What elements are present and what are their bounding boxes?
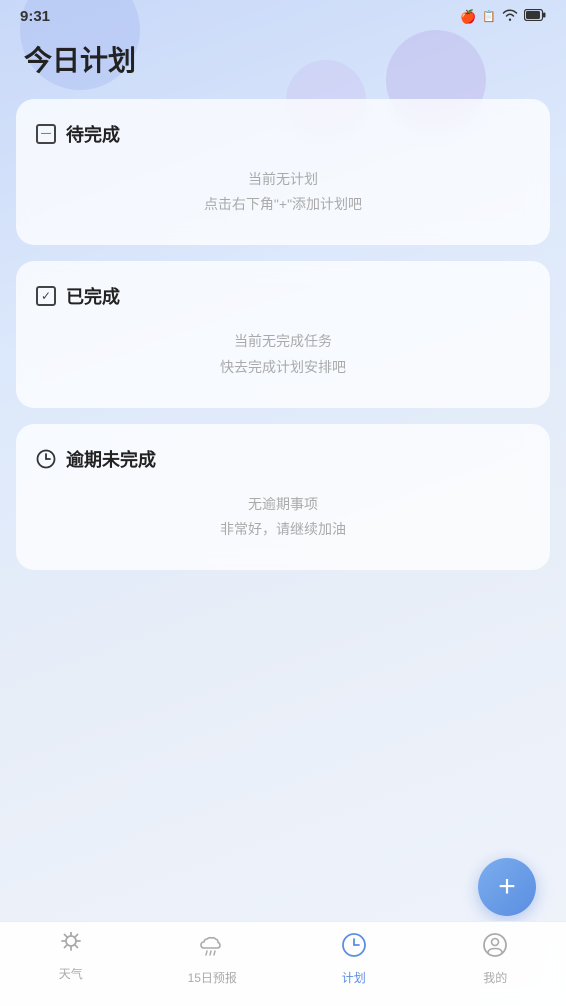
status-bar: 9:31 🍎 📋: [0, 0, 566, 29]
forecast-nav-icon: [197, 932, 227, 965]
card-overdue-empty: 无逾期事项 非常好，请继续加油: [36, 492, 530, 542]
nav-label-forecast: 15日预报: [188, 969, 237, 986]
apple-icon: 🍎: [460, 9, 476, 25]
nav-label-weather: 天气: [59, 965, 83, 982]
card-completed-empty-line1: 当前无完成任务: [36, 329, 530, 354]
nav-item-me[interactable]: 我的: [425, 932, 566, 986]
pending-icon: [36, 124, 56, 144]
card-pending-empty: 当前无计划 点击右下角"+"添加计划吧: [36, 167, 530, 217]
battery-icon: [524, 9, 546, 24]
card-pending-empty-line1: 当前无计划: [36, 167, 530, 192]
nav-item-plan[interactable]: 计划: [283, 932, 425, 986]
add-plan-button[interactable]: +: [478, 858, 536, 916]
card-overdue-title: 逾期未完成: [66, 446, 156, 472]
card-overdue-header: 逾期未完成: [36, 446, 530, 472]
card-pending-title: 待完成: [66, 121, 120, 147]
done-icon: [36, 286, 56, 306]
card-overdue-empty-line2: 非常好，请继续加油: [36, 517, 530, 542]
notification-icon: 📋: [482, 10, 496, 23]
weather-nav-icon: [58, 932, 84, 961]
nav-item-weather[interactable]: 天气: [0, 932, 142, 982]
cards-container: 待完成 当前无计划 点击右下角"+"添加计划吧 已完成 当前无完成任务 快去完成…: [0, 99, 566, 570]
page-title: 今日计划: [0, 29, 566, 99]
add-icon: +: [498, 872, 516, 902]
card-completed-empty: 当前无完成任务 快去完成计划安排吧: [36, 329, 530, 379]
nav-label-me: 我的: [483, 969, 507, 986]
card-overdue: 逾期未完成 无逾期事项 非常好，请继续加油: [16, 424, 550, 570]
nav-label-plan: 计划: [342, 969, 366, 986]
card-pending: 待完成 当前无计划 点击右下角"+"添加计划吧: [16, 99, 550, 245]
me-nav-icon: [482, 932, 508, 965]
card-completed-empty-line2: 快去完成计划安排吧: [36, 355, 530, 380]
status-icons: 🍎 📋: [460, 9, 546, 25]
plan-nav-icon: [341, 932, 367, 965]
card-pending-header: 待完成: [36, 121, 530, 147]
status-time: 9:31: [20, 8, 50, 25]
card-pending-empty-line2: 点击右下角"+"添加计划吧: [36, 192, 530, 217]
nav-item-forecast[interactable]: 15日预报: [142, 932, 284, 986]
card-completed-header: 已完成: [36, 283, 530, 309]
bottom-nav: 天气 15日预报 计划: [0, 921, 566, 1006]
clock-icon: [36, 449, 56, 469]
card-completed: 已完成 当前无完成任务 快去完成计划安排吧: [16, 261, 550, 407]
wifi-icon: [502, 9, 518, 24]
card-overdue-empty-line1: 无逾期事项: [36, 492, 530, 517]
card-completed-title: 已完成: [66, 283, 120, 309]
